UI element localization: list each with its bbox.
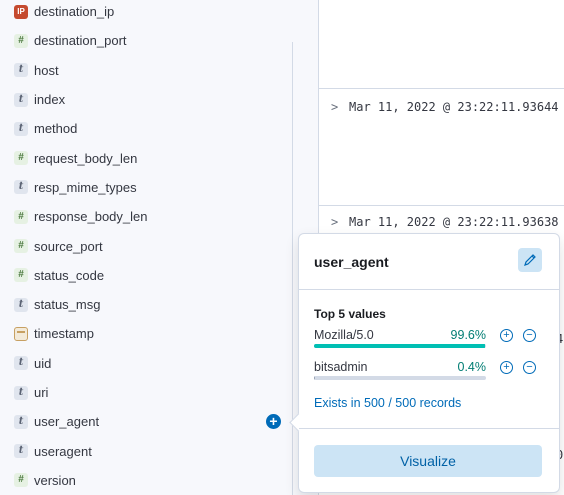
field-name: uri xyxy=(34,385,49,400)
string-type-icon: t xyxy=(14,92,28,107)
string-type-icon: t xyxy=(14,356,28,371)
expand-chevron-icon[interactable]: > xyxy=(331,100,349,114)
document-row[interactable]: > Mar 11, 2022 @ 23:22:11.93644 xyxy=(331,100,559,114)
field-item-host[interactable]: t host xyxy=(0,56,292,85)
date-type-icon xyxy=(14,326,28,341)
field-name: status_msg xyxy=(34,297,101,313)
filter-out-value-icon[interactable]: − xyxy=(523,361,536,374)
string-type-icon: t xyxy=(14,297,28,312)
row-divider xyxy=(319,205,564,206)
field-details-popover: user_agent Top 5 values Mozilla/5.0 99.6… xyxy=(289,233,560,493)
top-value-percent: 0.4% xyxy=(457,360,487,374)
field-item-destination_ip[interactable]: IP destination_ip xyxy=(0,0,292,26)
field-name: request_body_len xyxy=(34,150,138,166)
top-value-bar xyxy=(314,344,486,348)
sidebar-divider xyxy=(292,42,293,495)
visualize-button[interactable]: Visualize xyxy=(314,445,542,477)
field-item-method[interactable]: t method xyxy=(0,114,292,143)
string-type-icon: t xyxy=(14,414,28,429)
top-values-heading: Top 5 values xyxy=(314,307,386,321)
row-divider xyxy=(319,88,564,89)
top-value-label: Mozilla/5.0 xyxy=(314,328,374,342)
string-type-icon: t xyxy=(14,121,28,136)
string-type-icon: t xyxy=(14,444,28,459)
field-sidebar: IP destination_ip # destination_port t host t i… xyxy=(0,0,318,495)
field-name: method xyxy=(34,121,78,137)
expand-chevron-icon[interactable]: > xyxy=(331,215,349,229)
field-name: destination_port xyxy=(34,33,127,49)
popover-divider xyxy=(299,289,559,290)
popover-title: user_agent xyxy=(314,254,389,270)
field-item-status_code[interactable]: # status_code xyxy=(0,261,292,290)
filter-for-value-icon[interactable]: + xyxy=(500,329,513,342)
field-name: useragent xyxy=(34,443,92,459)
field-name: destination_ip xyxy=(34,4,115,20)
field-name: user_agent xyxy=(34,414,100,430)
field-item-request_body_len[interactable]: # request_body_len xyxy=(0,143,292,172)
document-row[interactable]: > Mar 11, 2022 @ 23:22:11.93638 xyxy=(331,215,559,229)
popover-divider xyxy=(299,428,559,429)
document-timestamp: Mar 11, 2022 @ 23:22:11.93644 xyxy=(349,100,559,114)
top-value-bar xyxy=(314,376,486,380)
top-value-row: bitsadmin 0.4% + − xyxy=(314,360,544,384)
number-type-icon: # xyxy=(14,473,28,488)
field-item-source_port[interactable]: # source_port xyxy=(0,231,292,260)
field-name: index xyxy=(34,92,66,108)
string-type-icon: t xyxy=(14,385,28,400)
field-item-index[interactable]: t index xyxy=(0,85,292,114)
field-name: resp_mime_types xyxy=(34,179,137,195)
field-name: host xyxy=(34,62,59,78)
ip-type-icon: IP xyxy=(14,4,28,19)
string-type-icon: t xyxy=(14,180,28,195)
number-type-icon: # xyxy=(14,268,28,283)
string-type-icon: t xyxy=(14,63,28,78)
number-type-icon: # xyxy=(14,209,28,224)
top-value-percent: 99.6% xyxy=(450,328,486,342)
field-item-user_agent[interactable]: t user_agent + xyxy=(0,407,292,436)
top-value-bar-fill xyxy=(314,344,486,348)
field-item-useragent[interactable]: t useragent xyxy=(0,436,292,465)
field-name: response_body_len xyxy=(34,209,148,225)
field-name: source_port xyxy=(34,238,103,254)
field-item-timestamp[interactable]: timestamp xyxy=(0,319,292,348)
add-field-icon[interactable]: + xyxy=(266,414,281,430)
field-item-uri[interactable]: t uri xyxy=(0,378,292,407)
exists-in-records-link[interactable]: Exists in 500 / 500 records xyxy=(314,396,461,410)
filter-out-value-icon[interactable]: − xyxy=(523,329,536,342)
field-item-version[interactable]: # version xyxy=(0,466,292,495)
edit-field-button[interactable] xyxy=(518,248,542,272)
pencil-icon xyxy=(524,254,536,266)
field-item-uid[interactable]: t uid xyxy=(0,349,292,378)
number-type-icon: # xyxy=(14,151,28,166)
field-item-destination_port[interactable]: # destination_port xyxy=(0,26,292,55)
field-name: timestamp xyxy=(34,326,94,342)
top-value-row: Mozilla/5.0 99.6% + − xyxy=(314,328,544,352)
filter-for-value-icon[interactable]: + xyxy=(500,361,513,374)
top-value-label: bitsadmin xyxy=(314,360,368,374)
field-item-status_msg[interactable]: t status_msg xyxy=(0,290,292,319)
field-list: IP destination_ip # destination_port t host t i… xyxy=(0,0,292,495)
document-timestamp: Mar 11, 2022 @ 23:22:11.93638 xyxy=(349,215,559,229)
field-item-resp_mime_types[interactable]: t resp_mime_types xyxy=(0,173,292,202)
field-item-response_body_len[interactable]: # response_body_len xyxy=(0,202,292,231)
number-type-icon: # xyxy=(14,239,28,254)
field-name: version xyxy=(34,472,76,488)
field-name: uid xyxy=(34,355,52,371)
field-name: status_code xyxy=(34,267,105,283)
number-type-icon: # xyxy=(14,33,28,48)
top-value-bar-fill xyxy=(314,376,315,380)
